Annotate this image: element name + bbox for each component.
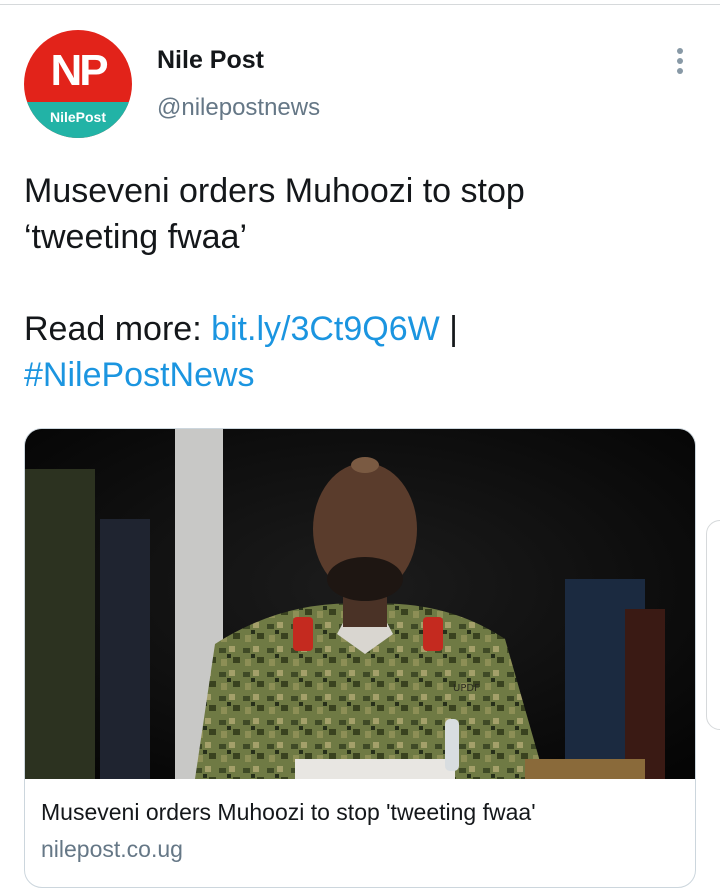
tweet-line-2: ‘tweeting fwaa’ [24,218,248,256]
avatar-brand: NilePost [49,109,106,125]
link-card[interactable]: UPDF Museveni orders Muhoozi to stop 'tw… [24,428,696,888]
read-more-line: Read more: bit.ly/3Ct9Q6W | [24,306,684,352]
avatar[interactable]: NP NilePost [24,30,132,138]
read-more-label: Read more: [24,310,202,348]
uniform-badge: UPDF [453,683,480,694]
side-edge-handle[interactable] [706,520,720,730]
separator: | [449,310,459,348]
avatar-initials: NP [50,46,108,95]
account-name[interactable]: Nile Post [157,46,264,75]
card-image[interactable]: UPDF [25,429,695,779]
tweet-text: Museveni orders Muhoozi to stop ‘tweetin… [24,168,684,398]
card-photo: UPDF [25,429,695,779]
short-link[interactable]: bit.ly/3Ct9Q6W [211,310,440,348]
more-vertical-icon[interactable] [672,48,688,78]
card-domain: nilepost.co.ug [41,836,183,862]
hashtag-link[interactable]: #NilePostNews [24,352,684,398]
tweet: NP NilePost Nile Post @nilepostnews Muse… [0,0,720,888]
account-handle[interactable]: @nilepostnews [157,94,320,122]
tweet-line-1: Museveni orders Muhoozi to stop [24,172,525,210]
card-title[interactable]: Museveni orders Muhoozi to stop 'tweetin… [41,799,536,826]
